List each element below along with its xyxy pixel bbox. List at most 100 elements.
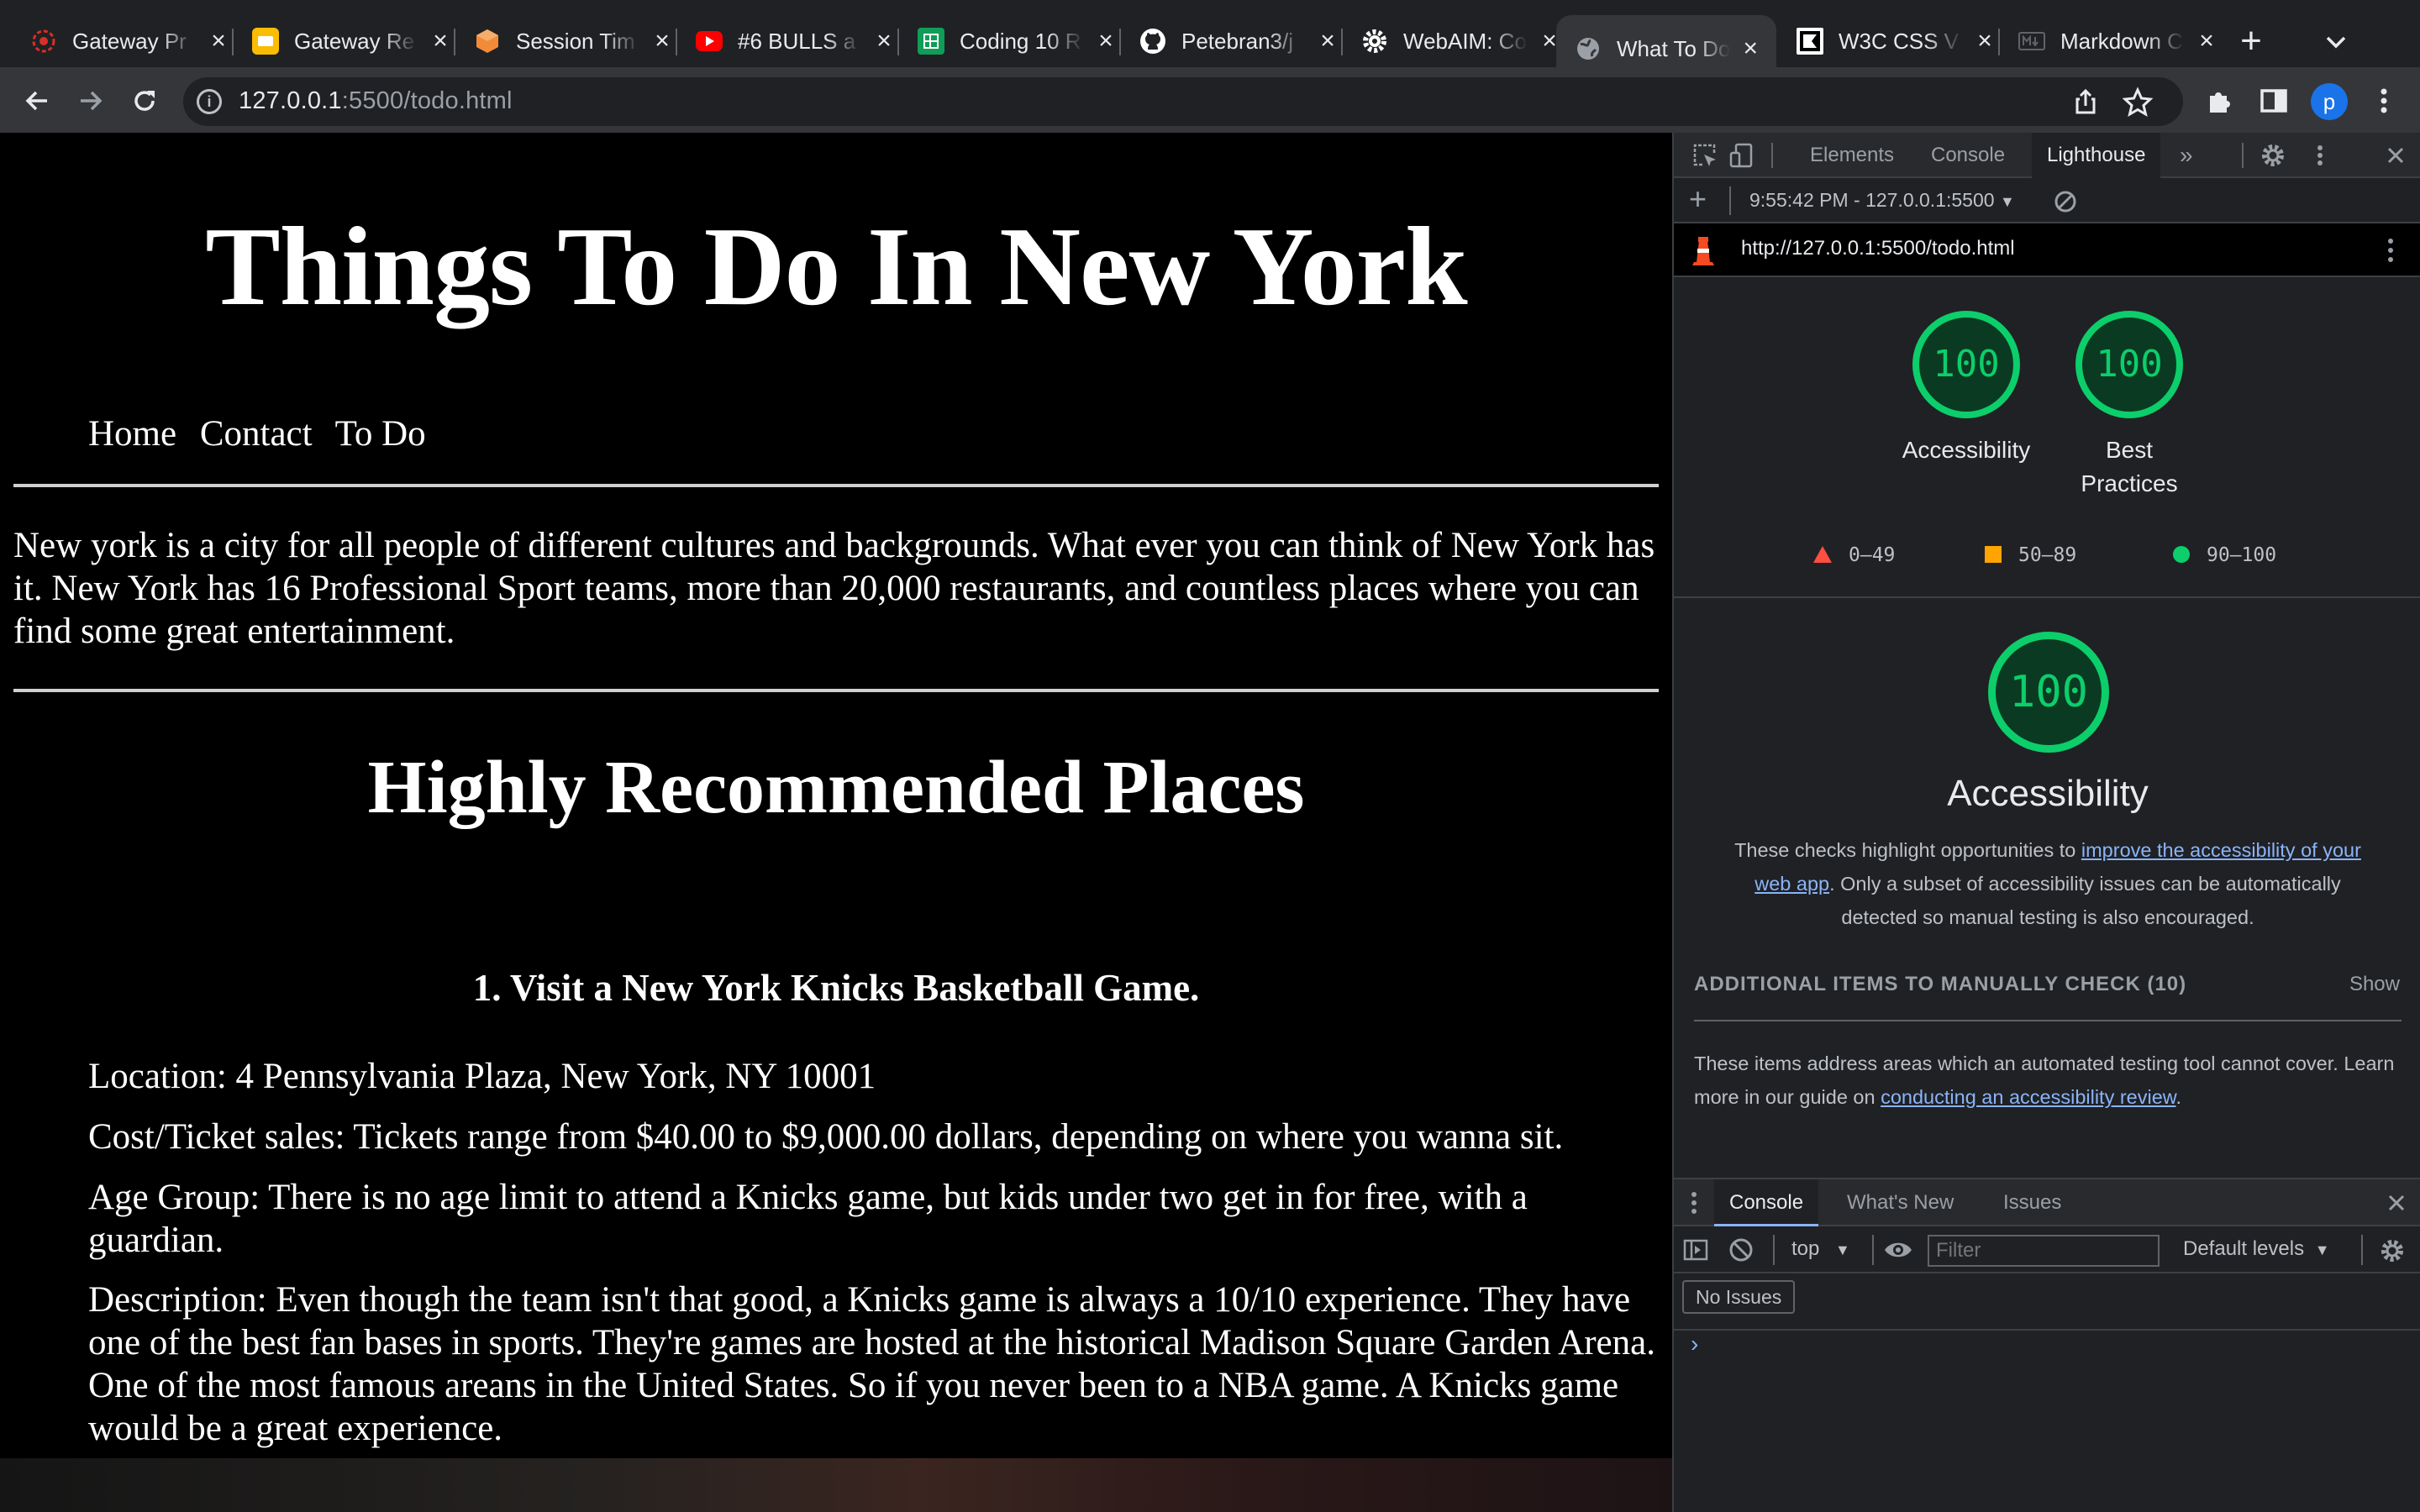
globe-icon [1575,35,1602,62]
close-icon[interactable]: × [1316,29,1339,54]
new-report-icon[interactable]: + [1689,181,1707,217]
forward-arrow-icon [81,91,103,111]
browser-tab[interactable]: #6 BULLS a × [677,15,911,67]
desc-text: These checks highlight opportunities to [1734,839,2081,861]
new-tab-button[interactable]: + [2230,18,2272,64]
back-button[interactable] [13,77,60,124]
drawer-tab-console[interactable]: Console [1714,1179,1819,1226]
drawer-tab-issues[interactable]: Issues [2003,1179,2061,1226]
circle-icon [2173,546,2190,563]
sidebar-toggle-icon[interactable] [1682,1236,1709,1263]
section-heading: Highly Recommended Places [367,746,1305,829]
context-selector[interactable]: top ▼ [1791,1237,1850,1261]
profile-avatar[interactable]: p [2311,83,2348,120]
live-expression-eye-icon[interactable] [1882,1236,1914,1263]
score-gauge-accessibility[interactable]: 100 [1912,311,2020,418]
report-menu-icon[interactable] [2378,235,2403,265]
item-cost: Cost/Ticket sales: Tickets range from $4… [88,1117,1564,1157]
console-toolbar: top ▼ Default levels ▼ [1674,1226,2420,1273]
console-filter-input[interactable] [1928,1235,2160,1267]
legend-fail: 0–49 [1813,544,1895,566]
nav-link-todo[interactable]: To Do [335,414,426,454]
close-drawer-icon[interactable] [2383,1189,2410,1216]
reload-button[interactable] [121,77,168,124]
drawer-tab-whats-new[interactable]: What's New [1847,1179,1954,1226]
nav-link-contact[interactable]: Contact [200,414,313,454]
browser-tab[interactable]: Gateway Pr × [12,15,245,67]
dropdown-icon: ▼ [1999,193,2015,210]
report-url[interactable]: http://127.0.0.1:5500/todo.html [1741,237,2015,260]
slides-icon [252,28,279,55]
inspect-element-icon[interactable] [1691,141,1719,170]
close-icon[interactable]: × [429,29,452,54]
close-icon[interactable]: × [1094,29,1118,54]
gateway-icon [30,28,57,55]
drawer-menu-icon[interactable] [1686,1188,1702,1218]
log-levels-dropdown[interactable]: Default levels ▼ [2183,1237,2330,1261]
devtools-panel: Elements Console Lighthouse » + 9:55:42 … [1672,133,2420,1512]
browser-tab[interactable]: WebAIM: Co × [1343,15,1576,67]
site-nav: Home Contact To Do [88,413,440,454]
close-devtools-icon[interactable] [2381,141,2410,170]
forward-button[interactable] [67,77,114,124]
url-host: 127.0.0.1 [239,87,342,114]
sheets-icon [918,28,944,55]
tab-title: Petebran3/j [1181,28,1293,54]
browser-tab[interactable]: Gateway Re × [234,15,467,67]
close-icon[interactable]: × [650,29,674,54]
github-icon [1139,28,1166,55]
tab-title: #6 BULLS a [738,28,856,54]
item-description: Description: Even though the team isn't … [88,1280,1655,1448]
accessibility-review-link[interactable]: conducting an accessibility review [1881,1086,2175,1108]
browser-tab[interactable]: Coding 10 R × [899,15,1133,67]
intro-paragraph: New york is a city for all people of dif… [13,526,1655,651]
console-settings-icon[interactable] [2378,1236,2407,1265]
url-text[interactable]: 127.0.0.1:5500/todo.html [239,87,513,115]
no-issues-badge[interactable]: No Issues [1682,1280,1796,1314]
url-path: :5500/todo.html [341,87,513,114]
dropdown-icon: ▼ [2314,1242,2330,1258]
tab-title: WebAIM: Co [1403,28,1527,54]
score-gauge-best-practices[interactable]: 100 [2075,311,2183,418]
devtools-menu-icon[interactable] [2306,141,2334,170]
console-drawer: Console What's New Issues top ▼ Default … [1674,1178,2420,1512]
browser-tab[interactable]: W3C CSS V × [1778,15,2012,67]
settings-gear-icon[interactable] [2259,141,2287,170]
tab-lighthouse[interactable]: Lighthouse [2032,133,2161,178]
close-icon[interactable]: × [207,29,230,54]
close-icon[interactable]: × [1973,29,1996,54]
side-panel-icon[interactable] [2255,82,2292,119]
back-arrow-icon [25,91,47,111]
share-icon[interactable] [2069,86,2102,119]
square-icon [1985,546,2002,563]
browser-tab[interactable]: Petebran3/j × [1121,15,1355,67]
close-icon[interactable]: × [2195,29,2218,54]
drawer-tab-bar: Console What's New Issues [1674,1179,2420,1226]
manual-checks-heading[interactable]: ADDITIONAL ITEMS TO MANUALLY CHECK (10) [1694,973,2186,996]
page-title: Things To Do In New York [205,204,1467,328]
device-toolbar-icon[interactable] [1728,141,1756,170]
close-icon[interactable]: × [872,29,896,54]
extensions-icon[interactable] [2202,82,2238,119]
dropdown-icon: ▼ [1835,1242,1850,1258]
clear-console-icon[interactable] [1728,1236,1754,1263]
browser-menu-icon[interactable] [2371,84,2396,118]
close-icon[interactable]: × [1740,36,1761,61]
tab-console[interactable]: Console [1931,133,2005,178]
main-score-gauge: 100 [1988,632,2109,753]
browser-tab[interactable]: Markdown C × [2000,15,2233,67]
info-icon[interactable]: i [197,89,222,114]
address-bar[interactable]: i 127.0.0.1:5500/todo.html [183,77,2183,126]
nav-link-home[interactable]: Home [88,414,176,454]
legend-average: 50–89 [1985,544,2076,566]
tab-elements[interactable]: Elements [1810,133,1894,178]
clear-reports-icon[interactable] [2054,190,2077,213]
box-icon [474,28,501,55]
report-selector[interactable]: 9:55:42 PM - 127.0.0.1:5500 ▼ [1749,189,2015,212]
bookmark-star-icon[interactable] [2121,86,2154,119]
console-prompt-icon[interactable]: › [1691,1331,1698,1357]
show-button[interactable]: Show [2349,973,2400,996]
tab-search-icon[interactable] [2319,25,2353,59]
more-tabs-icon[interactable]: » [2180,133,2193,178]
browser-tab[interactable]: Session Tim × [455,15,689,67]
